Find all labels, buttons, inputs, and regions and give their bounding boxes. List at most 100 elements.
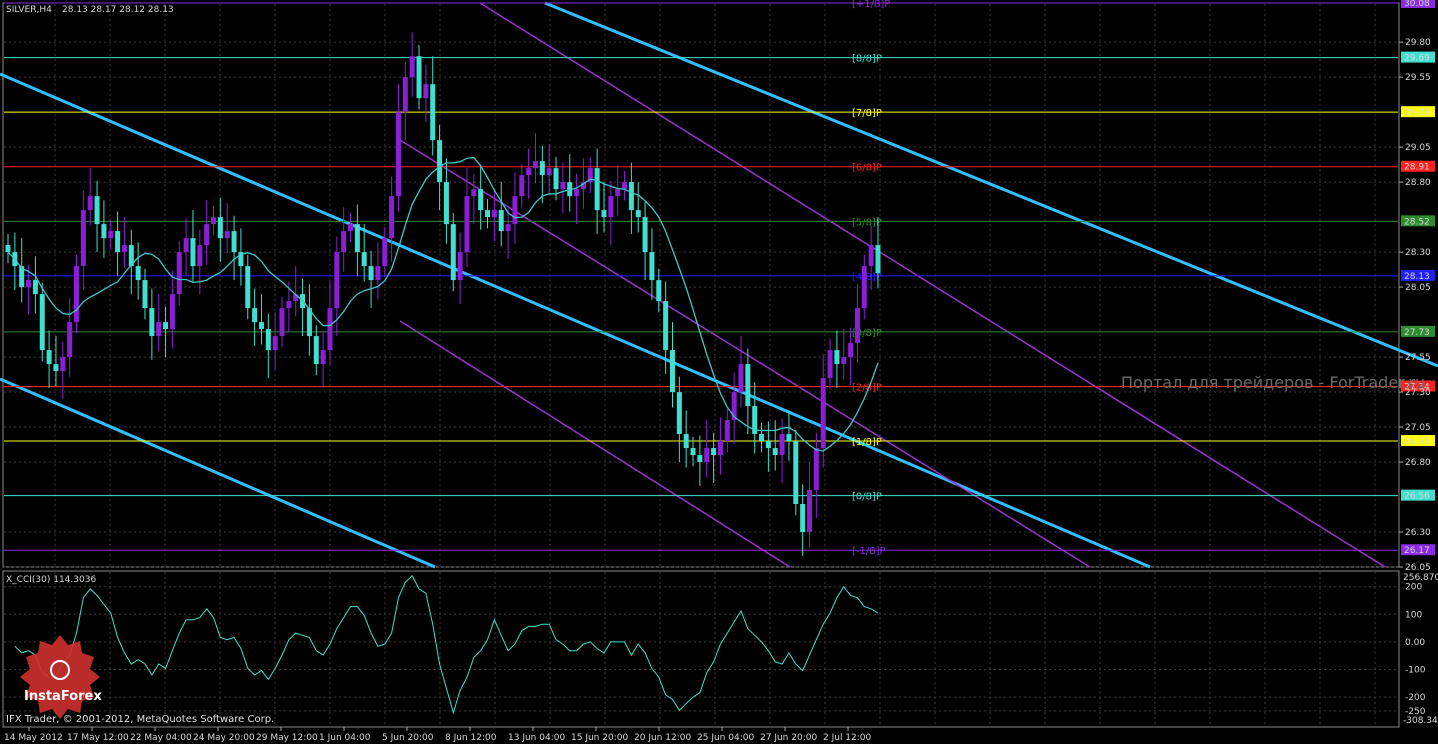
cci-label: X_CCI(30) 114.3036 (6, 575, 96, 585)
logo-text: InstaForex (24, 689, 102, 704)
candle-body (779, 434, 785, 456)
time-tick-label: 22 May 04:00 (130, 733, 192, 743)
price-tick-label: 28.80 (1405, 178, 1431, 188)
candle-body (354, 224, 360, 253)
price-tick-label: 26.30 (1405, 528, 1431, 538)
murrey-price-tag-text: 26.95 (1404, 437, 1430, 447)
candle-body (786, 434, 792, 442)
candle-body (669, 350, 675, 393)
candle-body (539, 161, 545, 176)
candle-body (868, 245, 874, 267)
candle-body (348, 224, 354, 232)
candle-body (224, 231, 230, 239)
candle-body (615, 189, 621, 197)
candle-body (183, 238, 189, 253)
time-tick-label: 1 Jun 04:00 (319, 733, 371, 743)
murrey-level-label: [1/8]P (852, 437, 882, 448)
candle-body (341, 231, 347, 253)
cci-tick-label: -100 (1405, 665, 1426, 675)
cci-tick-label: 100 (1405, 610, 1422, 620)
murrey-price-tag-text: 29.30 (1404, 108, 1430, 118)
candle-body (245, 266, 251, 309)
time-tick-label: 5 Jun 20:00 (382, 733, 434, 743)
candle-body (279, 308, 285, 337)
murrey-level-label: [5/8]P (852, 217, 882, 228)
chart-header-ohlc: 28.13 28.17 28.12 28.13 (62, 5, 174, 15)
candle-body (115, 231, 121, 253)
candle-body (704, 448, 710, 463)
time-tick-label: 17 May 12:00 (67, 733, 129, 743)
candle-body (813, 448, 819, 491)
candle-body (382, 238, 388, 267)
candle-body (87, 196, 93, 211)
murrey-level-label: [0/8]P (852, 492, 882, 503)
candle-body (601, 210, 607, 218)
candle-body (608, 196, 614, 218)
candle-body (443, 182, 449, 225)
murrey-level-label: [8/8]P (852, 54, 882, 65)
candle-body (574, 189, 580, 197)
price-chart[interactable]: [+1/8]P 30.08 [8/8]P 29.69 [7/8]P 29.30 [6/8]P… (0, 0, 1438, 744)
candle-body (258, 322, 264, 330)
time-tick-label: 13 Jun 04:00 (508, 733, 565, 743)
price-tick-label: 26.05 (1405, 563, 1431, 573)
candle-body (450, 224, 456, 281)
candle-body (848, 343, 854, 358)
candle-body (409, 56, 415, 78)
candle-body (368, 266, 374, 281)
candle-body (26, 280, 32, 288)
candle-body (375, 266, 381, 281)
candle-body (142, 280, 148, 309)
candle-body (437, 140, 443, 183)
candle-body (505, 224, 511, 232)
candle-body (286, 301, 292, 309)
candle-body (512, 196, 518, 225)
candle-body (683, 434, 689, 449)
watermark-text: Портал для трейдеров - ForTrader.ru (1121, 373, 1425, 392)
murrey-level-label: [+1/8]P (852, 0, 890, 10)
candle-body (745, 364, 751, 407)
candle-body (711, 448, 717, 456)
candle-body (800, 504, 806, 533)
candle-body (717, 441, 723, 456)
candle-body (697, 455, 703, 463)
candle-body (190, 238, 196, 267)
candle-body (478, 189, 484, 211)
cci-tick-label: -200 (1405, 693, 1426, 703)
candle-body (217, 217, 223, 239)
candle-body (560, 182, 566, 190)
cci-tick-label: -250 (1405, 707, 1426, 717)
candle-body (32, 280, 38, 295)
candle-body (5, 245, 11, 253)
candle-body (94, 196, 100, 225)
murrey-price-tag-text: 26.17 (1404, 546, 1430, 556)
candle-body (80, 210, 86, 267)
cci-bottom-value: -308.349 (1403, 716, 1438, 726)
candle-body (834, 350, 840, 365)
candle-body (594, 168, 600, 211)
candle-body (519, 175, 525, 197)
candle-body (272, 336, 278, 351)
candle-body (854, 308, 860, 344)
candle-body (649, 252, 655, 281)
candle-body (135, 266, 141, 281)
price-tick-label: 28.05 (1405, 283, 1431, 293)
time-tick-label: 20 Jun 12:00 (634, 733, 691, 743)
candle-body (532, 161, 538, 169)
murrey-price-tag-text: 30.08 (1404, 0, 1430, 9)
time-tick-label: 25 Jun 04:00 (697, 733, 754, 743)
candle-body (163, 322, 169, 330)
candle-body (121, 245, 127, 253)
copyright-text: IFX Trader, © 2001-2012, MetaQuotes Soft… (6, 714, 274, 725)
candle-body (60, 357, 66, 372)
candle-body (327, 308, 333, 351)
time-tick-label: 14 May 2012 (4, 733, 63, 743)
time-tick-label: 24 May 20:00 (193, 733, 255, 743)
candle-body (875, 245, 881, 274)
price-tick-label: 29.80 (1405, 38, 1431, 48)
murrey-level-label: [4/8]P (852, 272, 882, 283)
candle-body (841, 357, 847, 365)
murrey-price-tag-text: 27.73 (1404, 328, 1430, 338)
candle-body (820, 378, 826, 449)
time-tick-label: 27 Jun 20:00 (760, 733, 817, 743)
